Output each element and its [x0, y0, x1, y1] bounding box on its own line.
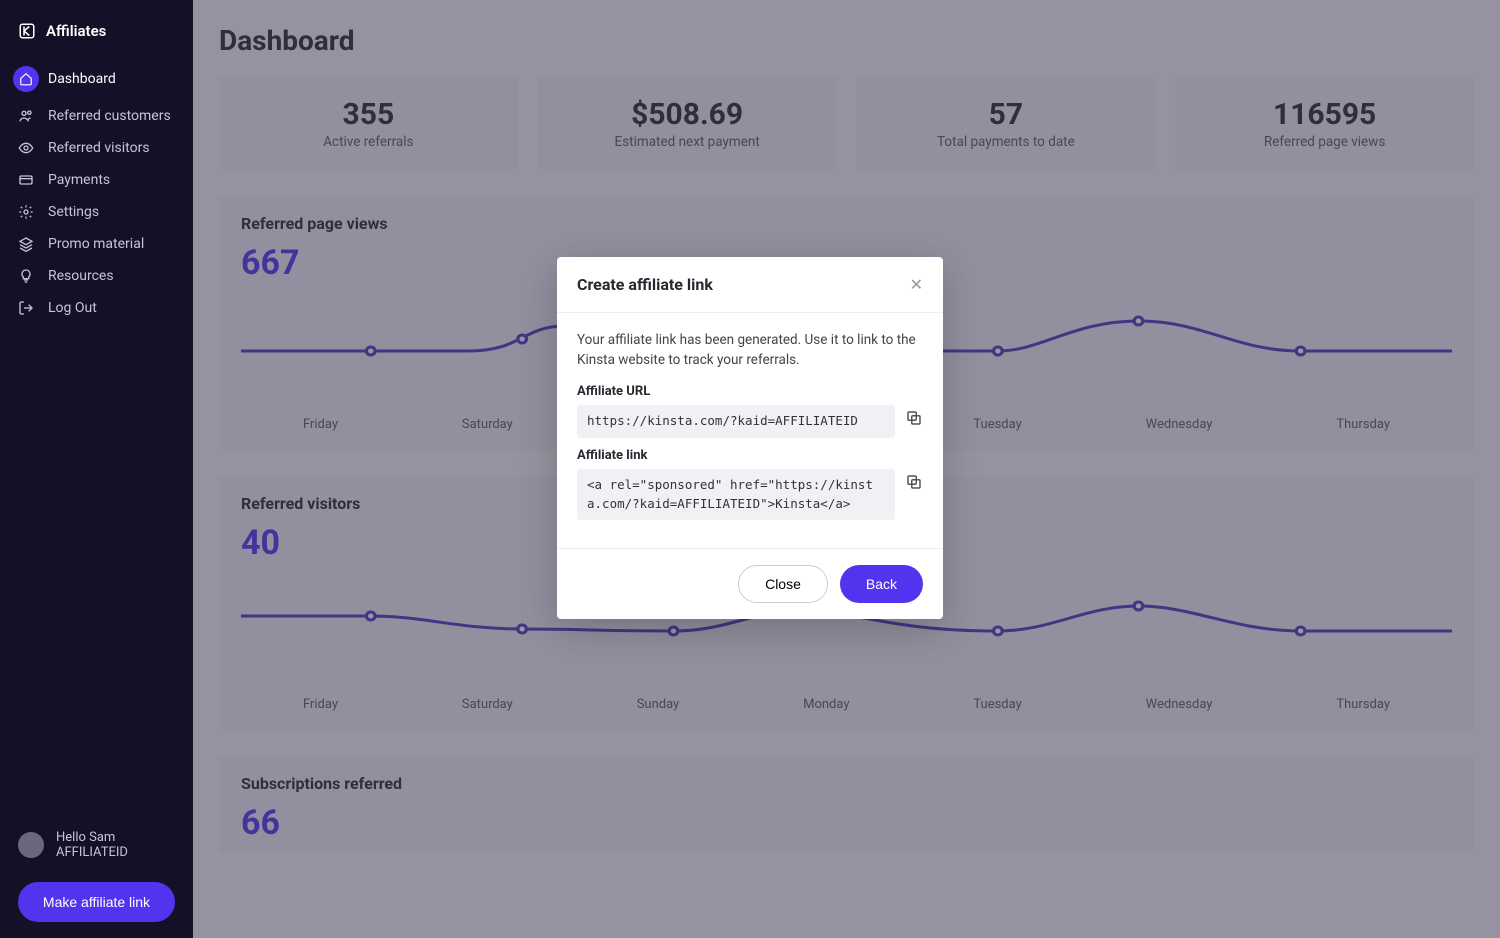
user-id: AFFILIATEID — [56, 845, 128, 860]
modal-close-button[interactable]: ✕ — [910, 277, 923, 293]
sidebar-item-payments[interactable]: Payments — [0, 164, 193, 196]
modal-back-button[interactable]: Back — [840, 565, 923, 603]
make-affiliate-link-button[interactable]: Make affiliate link — [18, 882, 175, 922]
layers-icon — [18, 236, 34, 252]
affiliate-url-label: Affiliate URL — [577, 384, 923, 399]
sidebar-item-dashboard[interactable]: Dashboard — [0, 58, 193, 100]
sidebar-item-resources[interactable]: Resources — [0, 260, 193, 292]
sidebar-item-label: Payments — [48, 172, 110, 188]
copy-icon — [905, 409, 923, 427]
bulb-icon — [18, 268, 34, 284]
close-icon: ✕ — [910, 275, 923, 294]
nav: Dashboard Referred customers Referred vi… — [0, 58, 193, 324]
affiliate-link-label: Affiliate link — [577, 448, 923, 463]
eye-icon — [18, 140, 34, 156]
home-icon — [13, 66, 39, 92]
affiliate-link-value[interactable]: <a rel="sponsored" href="https://kinsta.… — [577, 469, 895, 521]
copy-url-button[interactable] — [905, 409, 923, 427]
sidebar-item-label: Referred visitors — [48, 140, 150, 156]
sidebar-item-settings[interactable]: Settings — [0, 196, 193, 228]
affiliate-url-value[interactable]: https://kinsta.com/?kaid=AFFILIATEID — [577, 405, 895, 438]
logout-icon — [18, 300, 34, 316]
card-icon — [18, 172, 34, 188]
sidebar-item-logout[interactable]: Log Out — [0, 292, 193, 324]
create-affiliate-link-modal: Create affiliate link ✕ Your affiliate l… — [557, 257, 943, 619]
user-box[interactable]: Hello Sam AFFILIATEID — [0, 820, 193, 870]
sidebar: Affiliates Dashboard Referred customers … — [0, 0, 193, 938]
modal-close-footer-button[interactable]: Close — [738, 565, 828, 603]
sidebar-item-promo-material[interactable]: Promo material — [0, 228, 193, 260]
modal-intro-text: Your affiliate link has been generated. … — [577, 331, 923, 370]
sidebar-item-label: Dashboard — [48, 71, 116, 87]
sidebar-item-referred-customers[interactable]: Referred customers — [0, 100, 193, 132]
copy-link-button[interactable] — [905, 473, 923, 491]
people-icon — [18, 108, 34, 124]
sidebar-item-label: Resources — [48, 268, 114, 284]
sidebar-item-referred-visitors[interactable]: Referred visitors — [0, 132, 193, 164]
logo-icon — [18, 22, 36, 40]
copy-icon — [905, 473, 923, 491]
avatar — [18, 832, 44, 858]
modal-title: Create affiliate link — [577, 275, 713, 294]
user-greeting: Hello Sam — [56, 830, 128, 845]
sidebar-item-label: Settings — [48, 204, 99, 220]
brand: Affiliates — [0, 16, 193, 58]
sidebar-item-label: Referred customers — [48, 108, 171, 124]
gear-icon — [18, 204, 34, 220]
sidebar-item-label: Log Out — [48, 300, 97, 316]
sidebar-item-label: Promo material — [48, 236, 144, 252]
brand-name: Affiliates — [46, 22, 106, 40]
